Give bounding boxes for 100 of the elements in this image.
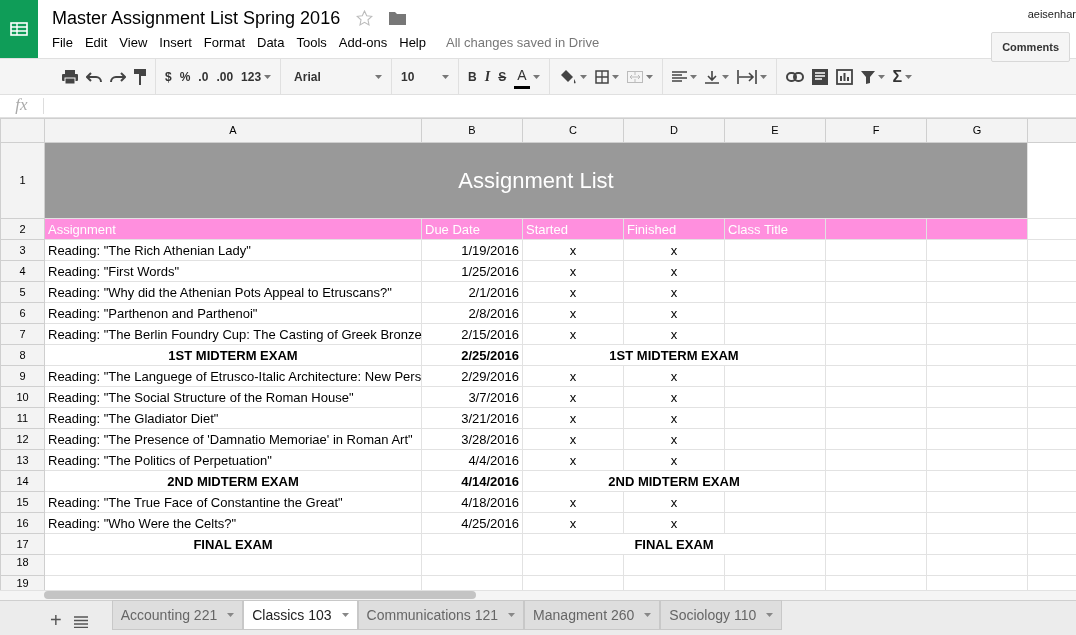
row-number[interactable]: 3: [0, 239, 45, 261]
row-number[interactable]: 17: [0, 533, 45, 555]
more-formats-button[interactable]: 123: [237, 63, 276, 90]
row-number[interactable]: 7: [0, 323, 45, 345]
row-number[interactable]: 15: [0, 491, 45, 513]
sheet-tab[interactable]: Managment 260: [524, 600, 661, 630]
column-header[interactable]: E: [724, 118, 826, 143]
font-size-dropdown[interactable]: 10: [397, 63, 454, 90]
text-wrap-icon[interactable]: [736, 69, 757, 84]
caret-icon[interactable]: [508, 613, 516, 617]
merge-cells-icon[interactable]: [626, 70, 643, 83]
row-number[interactable]: 9: [0, 365, 45, 387]
add-sheet-button[interactable]: +: [44, 605, 68, 635]
undo-icon[interactable]: [86, 71, 102, 82]
caret-icon[interactable]: [227, 613, 235, 617]
caret-icon[interactable]: [905, 74, 913, 79]
row-number[interactable]: 10: [0, 386, 45, 408]
caret-icon[interactable]: [721, 74, 729, 79]
caret-icon[interactable]: [341, 613, 349, 617]
star-icon[interactable]: [356, 10, 374, 26]
caret-icon[interactable]: [766, 613, 774, 617]
row-number[interactable]: 6: [0, 302, 45, 324]
chart-icon[interactable]: [835, 68, 853, 85]
table-cell: Reading: "The Languege of Etrusco-Italic Architecture: New Pers: [44, 365, 422, 387]
row-number[interactable]: 5: [0, 281, 45, 303]
table-cell: 1ST MIDTERM EXAM: [522, 344, 826, 366]
table-cell: Reading: "The Presence of 'Damnatio Memoriae' in Roman Art": [44, 428, 422, 450]
caret-icon[interactable]: [264, 74, 272, 79]
sheet-tab[interactable]: Sociology 110: [660, 600, 783, 630]
menu-item[interactable]: Help: [393, 33, 432, 53]
sheet-tab[interactable]: Accounting 221: [111, 600, 244, 630]
table-cell: x: [522, 491, 624, 513]
column-header[interactable]: D: [623, 118, 725, 143]
borders-icon[interactable]: [594, 69, 609, 84]
percent-button[interactable]: %: [175, 63, 195, 90]
comment-icon[interactable]: [811, 68, 828, 85]
table-cell: Reading: "First Words": [44, 260, 422, 282]
row-number[interactable]: 2: [0, 218, 45, 240]
paint-roller-icon[interactable]: [134, 68, 146, 85]
row-number[interactable]: 1: [0, 142, 45, 219]
spreadsheet-icon[interactable]: [10, 22, 28, 36]
menu-item[interactable]: Data: [251, 33, 291, 53]
strikethrough-button[interactable]: S: [494, 63, 511, 90]
vertical-align-icon[interactable]: [704, 69, 719, 84]
font-dropdown[interactable]: Arial: [286, 63, 387, 90]
decrease-decimals-button[interactable]: .0: [194, 63, 213, 90]
row-number[interactable]: 8: [0, 344, 45, 366]
menu-item[interactable]: Tools: [290, 33, 333, 53]
menu-item[interactable]: Insert: [153, 33, 198, 53]
row-number[interactable]: 16: [0, 512, 45, 534]
functions-button[interactable]: Σ: [888, 63, 917, 90]
filter-icon[interactable]: [860, 69, 875, 84]
caret-icon[interactable]: [532, 74, 540, 79]
table-cell: x: [623, 428, 725, 450]
row-number[interactable]: 11: [0, 407, 45, 429]
print-icon[interactable]: [62, 69, 78, 84]
scrollbar-thumb[interactable]: [44, 591, 476, 599]
menu-item[interactable]: Add-ons: [332, 33, 394, 53]
italic-button[interactable]: I: [480, 63, 495, 90]
table-cell: Reading: "The Rich Athenian Lady": [44, 239, 422, 261]
caret-icon[interactable]: [644, 613, 652, 617]
caret-icon[interactable]: [645, 74, 653, 79]
align-left-icon[interactable]: [671, 70, 687, 83]
sheet-list-icon[interactable]: [73, 615, 88, 628]
column-header[interactable]: F: [825, 118, 927, 143]
caret-icon[interactable]: [877, 74, 885, 79]
menu-item[interactable]: File: [46, 33, 79, 53]
column-header[interactable]: G: [926, 118, 1028, 143]
document-title: Master Assignment List Spring 2016: [52, 7, 341, 29]
row-number[interactable]: 14: [0, 470, 45, 492]
column-header[interactable]: B: [421, 118, 523, 143]
row-number[interactable]: 18: [0, 554, 45, 576]
table-cell: x: [522, 260, 624, 282]
menu-item[interactable]: View: [113, 33, 154, 53]
row-number[interactable]: 12: [0, 428, 45, 450]
menu-item[interactable]: Edit: [78, 33, 114, 53]
row-number[interactable]: 13: [0, 449, 45, 471]
column-header[interactable]: A: [44, 118, 422, 143]
sheet-tab[interactable]: Communications 121: [357, 600, 525, 630]
comments-button[interactable]: Comments: [991, 31, 1070, 62]
caret-icon[interactable]: [689, 74, 697, 79]
table-cell: x: [623, 302, 725, 324]
redo-icon[interactable]: [110, 71, 126, 82]
currency-button[interactable]: $: [161, 63, 176, 90]
table-cell: Reading: "The Social Structure of the Roman House": [44, 386, 422, 408]
bold-button[interactable]: B: [464, 63, 481, 90]
text-color-button[interactable]: A: [510, 63, 544, 90]
row-number[interactable]: 4: [0, 260, 45, 282]
caret-icon[interactable]: [759, 74, 767, 79]
link-icon[interactable]: [785, 71, 804, 82]
caret-icon[interactable]: [375, 74, 383, 79]
menu-item[interactable]: Format: [197, 33, 251, 53]
caret-icon[interactable]: [611, 74, 619, 79]
table-cell: x: [522, 302, 624, 324]
column-header[interactable]: C: [522, 118, 624, 143]
caret-icon[interactable]: [579, 74, 587, 79]
increase-decimals-button[interactable]: .00: [212, 63, 238, 90]
sheet-tab[interactable]: Classics 103: [243, 600, 358, 630]
caret-icon[interactable]: [442, 74, 450, 79]
folder-icon[interactable]: [389, 11, 407, 25]
